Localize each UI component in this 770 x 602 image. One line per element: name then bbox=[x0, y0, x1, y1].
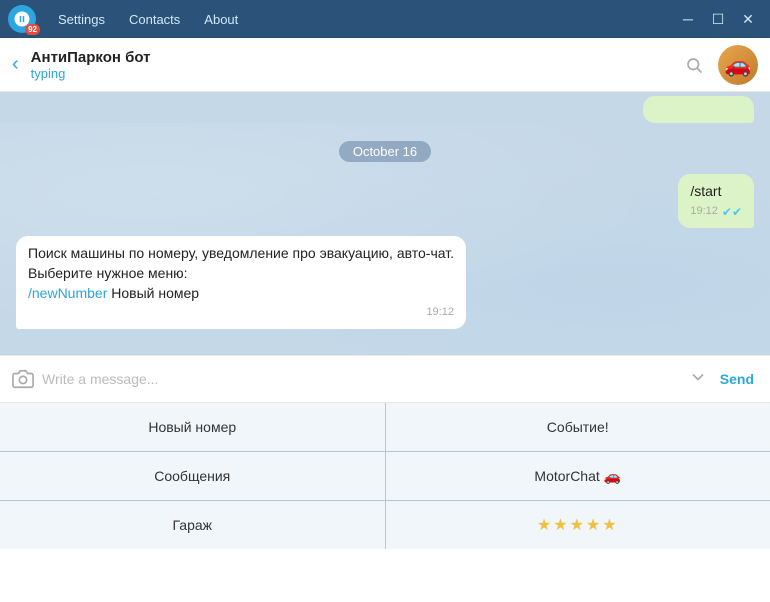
message-link[interactable]: /newNumber bbox=[28, 285, 107, 301]
chat-info: АнтиПаркон бот typing bbox=[31, 49, 678, 81]
camera-button[interactable] bbox=[12, 368, 34, 390]
message-bubble-incoming: Поиск машины по номеру, уведомление про … bbox=[16, 236, 466, 328]
chat-header: ‹ АнтиПаркон бот typing 🚗 bbox=[0, 38, 770, 92]
menu-contacts[interactable]: Contacts bbox=[117, 0, 192, 38]
keyboard-button-messages[interactable]: Сообщения bbox=[0, 452, 385, 500]
emoji-button[interactable] bbox=[688, 367, 708, 392]
avatar-image: 🚗 bbox=[718, 45, 758, 85]
search-button[interactable] bbox=[678, 49, 710, 81]
title-bar: 92 Settings Contacts About ─ ☐ ✕ bbox=[0, 0, 770, 38]
notification-badge: 92 bbox=[25, 24, 40, 35]
message-time: 19:12 bbox=[426, 305, 454, 320]
title-bar-menu: Settings Contacts About bbox=[46, 0, 250, 38]
message-row: /start 19:12 ✔✔ bbox=[16, 174, 754, 228]
app-logo: 92 bbox=[8, 5, 36, 33]
date-separator: October 16 bbox=[16, 141, 754, 162]
keyboard-button-motorchat[interactable]: MotorChat 🚗 bbox=[386, 452, 770, 500]
menu-settings[interactable]: Settings bbox=[46, 0, 117, 38]
send-button[interactable]: Send bbox=[716, 371, 758, 387]
message-check-icon: ✔✔ bbox=[722, 204, 742, 221]
message-input[interactable] bbox=[42, 371, 680, 387]
message-bubble-outgoing: /start 19:12 ✔✔ bbox=[678, 174, 754, 228]
bot-keyboard: Новый номер Событие! Сообщения MotorChat… bbox=[0, 403, 770, 549]
message-text: /start bbox=[690, 182, 742, 202]
message-row: Поиск машины по номеру, уведомление про … bbox=[16, 236, 754, 328]
keyboard-button-new-number[interactable]: Новый номер bbox=[0, 403, 385, 451]
input-area: Send bbox=[0, 355, 770, 403]
date-label: October 16 bbox=[339, 141, 431, 162]
menu-about[interactable]: About bbox=[192, 0, 250, 38]
message-meta: 19:12 ✔✔ bbox=[690, 204, 742, 221]
message-time: 19:12 bbox=[690, 204, 718, 219]
back-button[interactable]: ‹ bbox=[12, 53, 19, 76]
stars-icon: ★★★★★ bbox=[537, 515, 619, 535]
message-text: Поиск машины по номеру, уведомление про … bbox=[28, 244, 454, 303]
avatar: 🚗 bbox=[718, 45, 758, 85]
chat-status: typing bbox=[31, 66, 678, 81]
chat-area: October 16 /start 19:12 ✔✔ Поиск машины … bbox=[0, 123, 770, 355]
messages-container: /start 19:12 ✔✔ Поиск машины по номеру, … bbox=[16, 174, 754, 329]
keyboard-button-garage[interactable]: Гараж bbox=[0, 501, 385, 549]
maximize-button[interactable]: ☐ bbox=[704, 7, 732, 31]
keyboard-button-stars[interactable]: ★★★★★ bbox=[386, 501, 770, 549]
chat-name: АнтиПаркон бот bbox=[31, 49, 678, 66]
message-meta: 19:12 bbox=[28, 305, 454, 320]
window-controls: ─ ☐ ✕ bbox=[674, 7, 762, 31]
close-button[interactable]: ✕ bbox=[734, 7, 762, 31]
keyboard-button-event[interactable]: Событие! bbox=[386, 403, 770, 451]
minimize-button[interactable]: ─ bbox=[674, 7, 702, 31]
